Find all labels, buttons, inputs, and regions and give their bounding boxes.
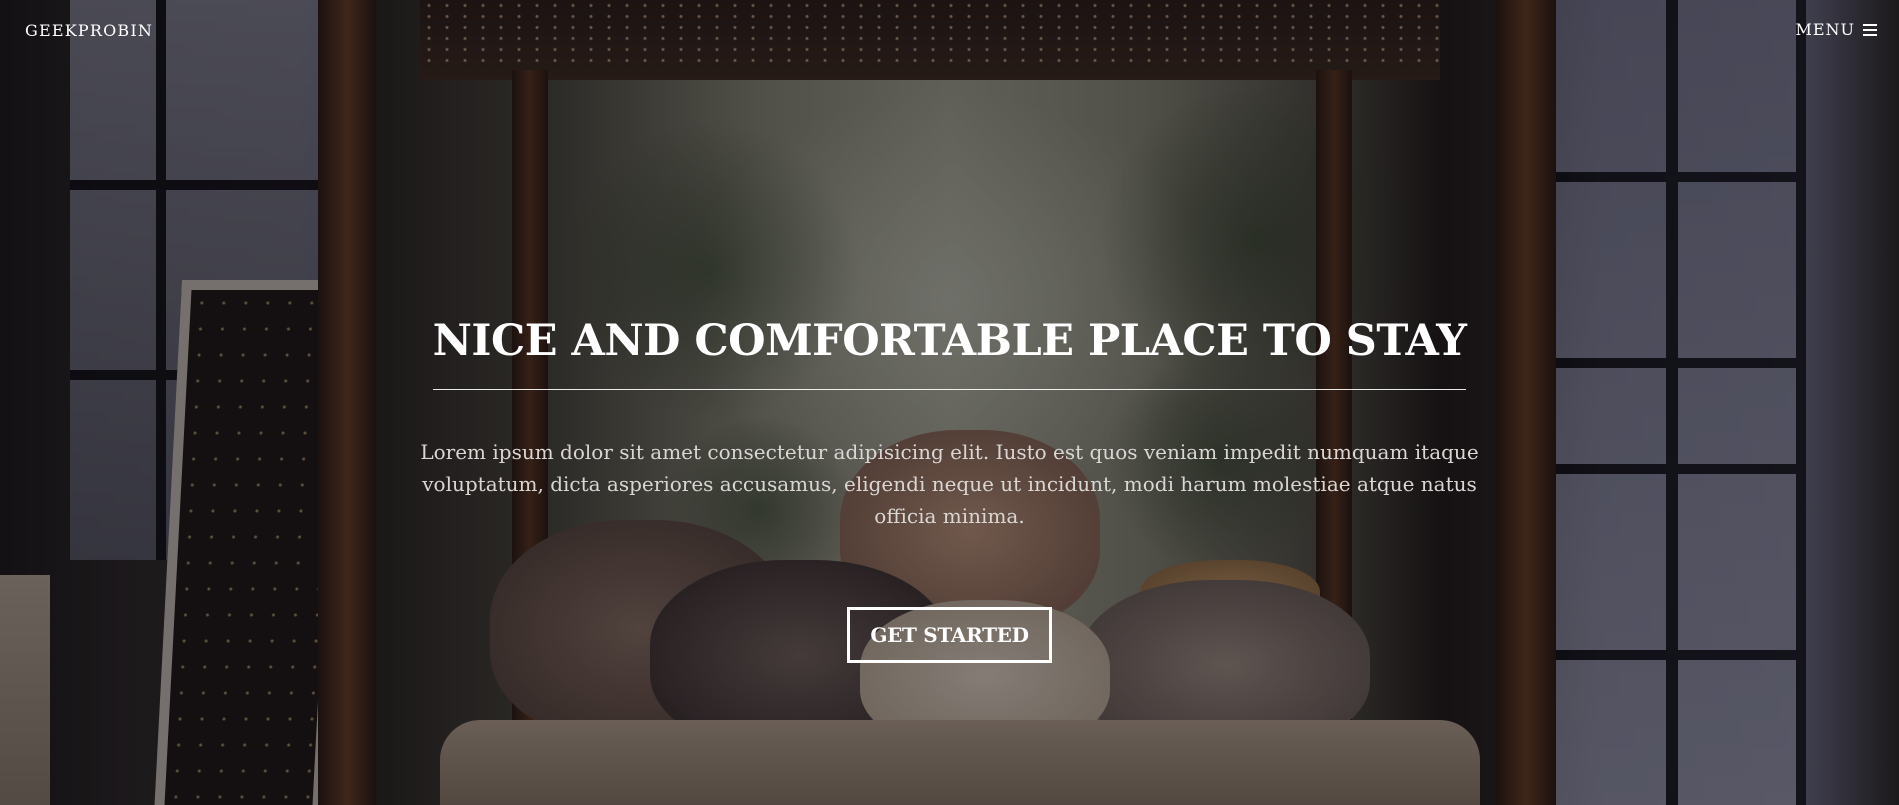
- hamburger-icon: [1863, 23, 1877, 36]
- brand-logo[interactable]: GEEKPROBIN: [25, 21, 153, 40]
- menu-label: MENU: [1795, 20, 1855, 39]
- hero-content: NICE AND COMFORTABLE PLACE TO STAY Lorem…: [0, 317, 1899, 664]
- get-started-button[interactable]: GET STARTED: [847, 607, 1052, 664]
- hero-description: Lorem ipsum dolor sit amet consectetur a…: [420, 440, 1479, 529]
- menu-button[interactable]: MENU: [1795, 20, 1877, 39]
- hero-section: GEEKPROBIN MENU NICE AND COMFORTABLE PLA…: [0, 0, 1899, 805]
- hero-title: NICE AND COMFORTABLE PLACE TO STAY: [432, 317, 1467, 391]
